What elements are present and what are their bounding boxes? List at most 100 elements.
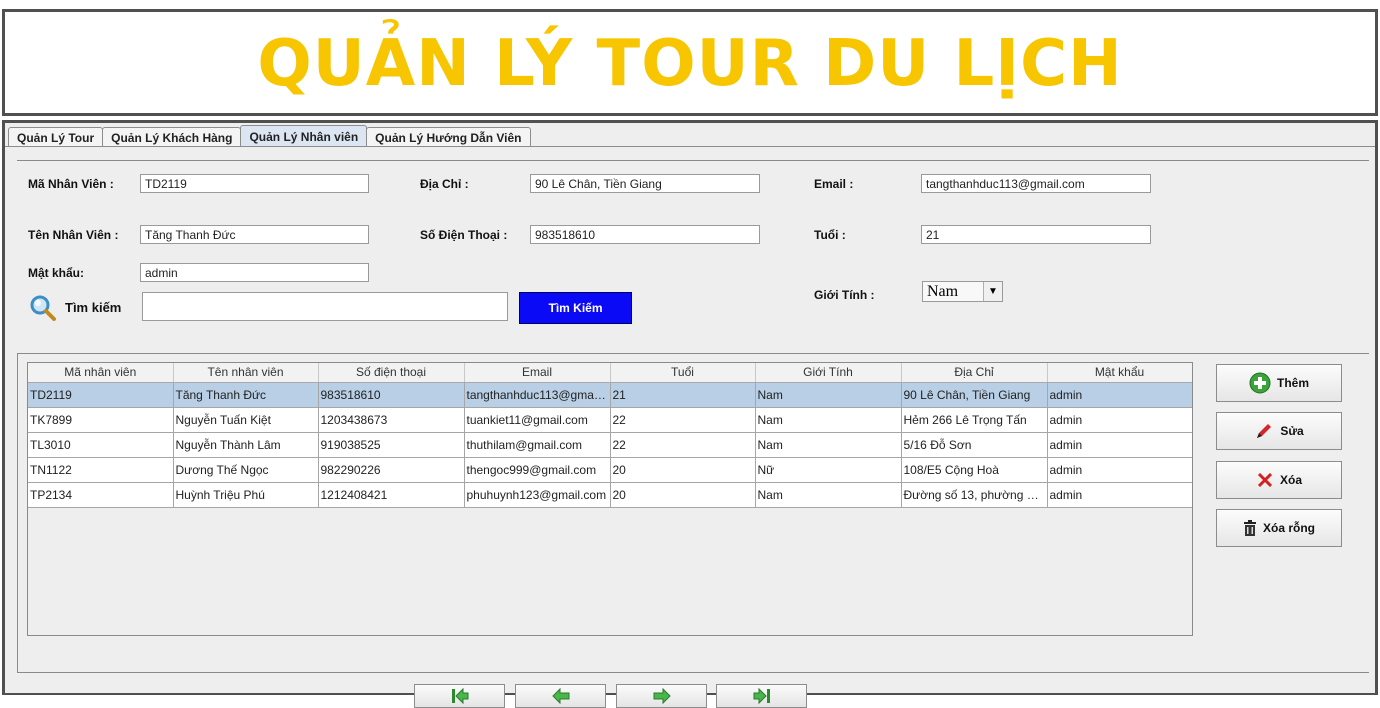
dia-chi-label: Địa Chỉ :: [420, 177, 469, 191]
clear-button[interactable]: Xóa rỗng: [1216, 509, 1342, 547]
col-gioi-tinh[interactable]: Giới Tính: [755, 363, 902, 383]
table-cell[interactable]: 20: [610, 457, 756, 483]
table-cell[interactable]: Đường số 13, phường Bì...: [901, 482, 1048, 508]
table-row[interactable]: TL3010 Nguyễn Thành Lâm 919038525 thuthi…: [28, 432, 1192, 458]
table-cell[interactable]: Tăng Thanh Đức: [173, 382, 319, 408]
table-cell[interactable]: Nữ: [755, 457, 902, 483]
table-cell[interactable]: TN1122: [28, 457, 174, 483]
tab-content: Mã Nhân Viên : TD2119 Tên Nhân Viên : Tă…: [5, 146, 1375, 708]
pencil-icon: [1257, 424, 1272, 438]
table-row[interactable]: TP2134 Huỳnh Triệu Phú 1212408421 phuhuy…: [28, 482, 1192, 508]
table-cell[interactable]: 21: [610, 382, 756, 408]
table-cell[interactable]: Nguyễn Thành Lâm: [173, 432, 319, 458]
table-panel: Mã nhân viên Tên nhân viên Số điện thoại…: [17, 353, 1369, 673]
table-cell[interactable]: admin: [1047, 482, 1192, 508]
prev-icon: [551, 687, 569, 705]
last-icon: [753, 687, 770, 705]
table-header-row: Mã nhân viên Tên nhân viên Số điện thoại…: [28, 363, 1192, 383]
table-cell[interactable]: Dương Thế Ngọc: [173, 457, 319, 483]
table-cell[interactable]: 22: [610, 432, 756, 458]
add-button[interactable]: Thêm: [1216, 364, 1342, 402]
table-cell[interactable]: admin: [1047, 432, 1192, 458]
col-ten-nv[interactable]: Tên nhân viên: [173, 363, 319, 383]
email-label: Email :: [814, 177, 854, 191]
table-cell[interactable]: 982290226: [318, 457, 465, 483]
email-field[interactable]: tangthanhduc113@gmail.com: [921, 174, 1151, 193]
ten-nv-field[interactable]: Tăng Thanh Đức: [140, 225, 369, 244]
tab-tour[interactable]: Quản Lý Tour: [8, 127, 104, 147]
table-cell[interactable]: 5/16 Đỗ Sơn: [901, 432, 1048, 458]
table-cell[interactable]: Nam: [755, 482, 902, 508]
table-cell[interactable]: 1212408421: [318, 482, 465, 508]
tab-huong-dan-vien[interactable]: Quản Lý Hướng Dẫn Viên: [366, 127, 531, 147]
table-cell[interactable]: tuankiet11@gmail.com: [464, 407, 611, 433]
table-cell[interactable]: Nam: [755, 407, 902, 433]
table-row[interactable]: TD2119 Tăng Thanh Đức 983518610 tangthan…: [28, 382, 1192, 408]
first-icon: [451, 687, 468, 705]
table-cell[interactable]: TK7899: [28, 407, 174, 433]
table-cell[interactable]: tangthanhduc113@gmail...: [464, 382, 611, 408]
table-cell[interactable]: Huỳnh Triệu Phú: [173, 482, 319, 508]
mat-khau-field[interactable]: admin: [140, 263, 369, 282]
last-button[interactable]: [716, 684, 807, 708]
table-cell[interactable]: thuthilam@gmail.com: [464, 432, 611, 458]
table-cell[interactable]: admin: [1047, 457, 1192, 483]
table-cell[interactable]: Hẻm 266 Lê Trọng Tấn: [901, 407, 1048, 433]
table-cell[interactable]: 919038525: [318, 432, 465, 458]
edit-button[interactable]: Sửa: [1216, 412, 1342, 450]
col-sdt[interactable]: Số điện thoại: [318, 363, 465, 383]
table-row[interactable]: TK7899 Nguyễn Tuấn Kiệt 1203438673 tuank…: [28, 407, 1192, 433]
col-ma-nv[interactable]: Mã nhân viên: [28, 363, 174, 383]
mat-khau-label: Mật khẩu:: [28, 266, 85, 280]
next-button[interactable]: [616, 684, 707, 708]
tuoi-field[interactable]: 21: [921, 225, 1151, 244]
table-cell[interactable]: admin: [1047, 382, 1192, 408]
employee-form: Mã Nhân Viên : TD2119 Tên Nhân Viên : Tă…: [17, 160, 1369, 337]
table-cell[interactable]: 1203438673: [318, 407, 465, 433]
table-cell[interactable]: Nam: [755, 382, 902, 408]
table-cell[interactable]: 22: [610, 407, 756, 433]
table-cell[interactable]: thengoc999@gmail.com: [464, 457, 611, 483]
add-button-label: Thêm: [1276, 376, 1309, 390]
table-cell[interactable]: TD2119: [28, 382, 174, 408]
table-cell[interactable]: Nam: [755, 432, 902, 458]
first-button[interactable]: [414, 684, 505, 708]
table-cell[interactable]: phuhuynh123@gmail.com: [464, 482, 611, 508]
table-cell[interactable]: 90 Lê Chân, Tiền Giang: [901, 382, 1048, 408]
table-cell[interactable]: 108/E5 Cộng Hoà: [901, 457, 1048, 483]
table-cell[interactable]: TP2134: [28, 482, 174, 508]
plus-icon: [1249, 372, 1271, 394]
search-button[interactable]: Tìm Kiếm: [519, 292, 632, 324]
tab-bar: Quản Lý Tour Quản Lý Khách Hàng Quản Lý …: [8, 125, 531, 147]
col-email[interactable]: Email: [464, 363, 611, 383]
search-input[interactable]: [142, 292, 508, 321]
gioi-tinh-value: Nam: [927, 282, 959, 300]
app-title: QUẢN LÝ TOUR DU LỊCH: [257, 26, 1123, 101]
sdt-label: Số Điện Thoại :: [420, 228, 508, 242]
sdt-field[interactable]: 983518610: [530, 225, 760, 244]
gioi-tinh-select[interactable]: Nam ▼: [922, 281, 1003, 302]
col-mat-khau[interactable]: Mật khẩu: [1047, 363, 1192, 383]
employee-table[interactable]: Mã nhân viên Tên nhân viên Số điện thoại…: [27, 362, 1193, 636]
chevron-down-icon[interactable]: ▼: [983, 282, 1002, 301]
magnifier-icon: [30, 295, 56, 321]
col-dia-chi[interactable]: Địa Chỉ: [901, 363, 1048, 383]
dia-chi-field[interactable]: 90 Lê Chân, Tiền Giang: [530, 174, 760, 193]
search-label: Tìm kiếm: [65, 300, 122, 315]
tuoi-label: Tuổi :: [814, 228, 846, 242]
delete-button[interactable]: Xóa: [1216, 461, 1342, 499]
prev-button[interactable]: [515, 684, 606, 708]
tab-khach-hang[interactable]: Quản Lý Khách Hàng: [102, 127, 242, 147]
table-cell[interactable]: Nguyễn Tuấn Kiệt: [173, 407, 319, 433]
title-banner: QUẢN LÝ TOUR DU LỊCH: [2, 9, 1378, 116]
col-tuoi[interactable]: Tuổi: [610, 363, 756, 383]
tab-nhan-vien[interactable]: Quản Lý Nhân viên: [240, 125, 368, 147]
table-row[interactable]: TN1122 Dương Thế Ngọc 982290226 thengoc9…: [28, 457, 1192, 483]
table-cell[interactable]: TL3010: [28, 432, 174, 458]
table-cell[interactable]: admin: [1047, 407, 1192, 433]
edit-button-label: Sửa: [1280, 424, 1304, 438]
ten-nv-label: Tên Nhân Viên :: [28, 228, 119, 242]
ma-nv-field[interactable]: TD2119: [140, 174, 369, 193]
table-cell[interactable]: 20: [610, 482, 756, 508]
table-cell[interactable]: 983518610: [318, 382, 465, 408]
